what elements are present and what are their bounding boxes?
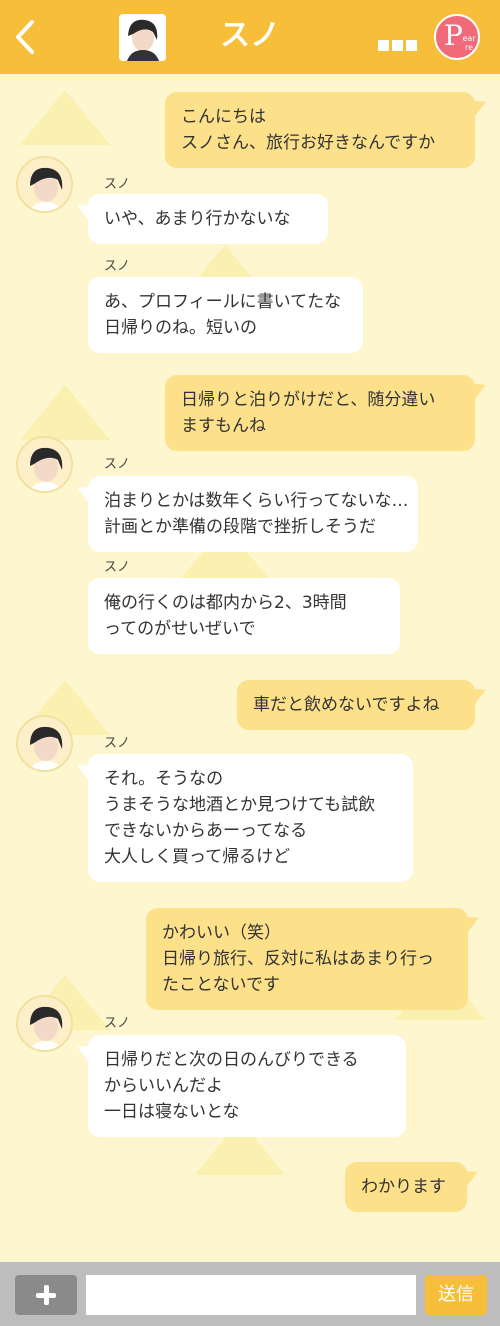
message-line: ってのがせいぜいで: [104, 619, 256, 639]
person-avatar-icon: [18, 438, 71, 491]
my-message-bubble: かわいい（笑） 日帰り旅行、反対に私はあまり行っ たことないです: [146, 908, 468, 1010]
more-options-button[interactable]: [378, 36, 428, 56]
header-avatar[interactable]: [119, 14, 166, 61]
contact-message-bubble: それ。そうなの うまそうな地酒とか見つけても試飲 できないからあーってなる 大人…: [88, 754, 413, 882]
message-line: 大人しく買って帰るけど: [104, 847, 291, 867]
logo-subtext: ear re: [462, 34, 476, 52]
message-line: できないからあーってなる: [104, 821, 308, 841]
message-line: 俺の行くのは都内から2、3時間: [104, 593, 347, 613]
add-attachment-button[interactable]: [15, 1275, 77, 1315]
send-button[interactable]: 送信: [425, 1275, 487, 1315]
message-line: からいいんだよ: [104, 1076, 223, 1096]
background-triangle: [20, 90, 110, 145]
background-triangle: [20, 385, 110, 440]
person-avatar-icon: [18, 997, 71, 1050]
message-line: 日帰りのね。短いの: [104, 318, 257, 338]
input-bar: 送信: [0, 1262, 500, 1326]
sender-name: スノ: [104, 457, 131, 472]
message-line: 泊まりとかは数年くらい行ってないな…: [104, 491, 409, 511]
contact-message-bubble: あ、プロフィールに書いてたな 日帰りのね。短いの: [88, 277, 363, 353]
sender-name: スノ: [104, 259, 131, 274]
message-line: 一日は寝ないとな: [104, 1102, 240, 1122]
chat-title: スノ: [220, 18, 280, 53]
message-line: わかります: [361, 1177, 446, 1197]
message-line: 日帰りと泊りがけだと、随分違い: [181, 390, 436, 410]
contact-message-bubble: いや、あまり行かないな: [88, 194, 328, 244]
dot-icon: [392, 40, 403, 51]
contact-avatar[interactable]: [16, 436, 73, 493]
message-line: あ、プロフィールに書いてたな: [104, 292, 342, 312]
message-line: スノさん、旅行お好きなんですか: [181, 133, 436, 153]
my-message-bubble: 車だと飲めないですよね: [237, 680, 475, 730]
message-line: 計画とか準備の段階で挫折しそうだ: [104, 517, 376, 537]
contact-avatar[interactable]: [16, 715, 73, 772]
message-line: いや、あまり行かないな: [104, 209, 291, 229]
dot-icon: [406, 40, 417, 51]
message-line: 日帰りだと次の日のんびりできる: [104, 1050, 359, 1070]
sender-name: スノ: [104, 736, 131, 751]
chat-header: スノ P ear re: [0, 0, 500, 74]
message-line: たことないです: [162, 975, 280, 995]
person-avatar-icon: [119, 14, 166, 61]
message-line: こんにちは: [181, 107, 266, 127]
contact-message-bubble: 日帰りだと次の日のんびりできる からいいんだよ 一日は寝ないとな: [88, 1035, 406, 1137]
person-avatar-icon: [18, 158, 71, 211]
person-avatar-icon: [18, 717, 71, 770]
my-message-bubble: こんにちは スノさん、旅行お好きなんですか: [165, 92, 475, 168]
my-message-bubble: わかります: [345, 1162, 467, 1212]
message-line: ますもんね: [181, 416, 266, 436]
sender-name: スノ: [104, 560, 131, 575]
contact-message-bubble: 俺の行くのは都内から2、3時間 ってのがせいぜいで: [88, 578, 400, 654]
my-message-bubble: 日帰りと泊りがけだと、随分違い ますもんね: [165, 375, 475, 451]
contact-avatar[interactable]: [16, 156, 73, 213]
sender-name: スノ: [104, 1016, 131, 1031]
message-line: うまそうな地酒とか見つけても試飲: [104, 795, 376, 815]
dot-icon: [378, 40, 389, 51]
sender-name: スノ: [104, 177, 131, 192]
message-line: それ。そうなの: [104, 769, 224, 789]
chevron-left-icon: [16, 20, 34, 54]
message-line: 車だと飲めないですよね: [253, 695, 440, 715]
message-line: 日帰り旅行、反対に私はあまり行っ: [162, 949, 434, 969]
contact-avatar[interactable]: [16, 995, 73, 1052]
back-button[interactable]: [6, 12, 46, 62]
contact-message-bubble: 泊まりとかは数年くらい行ってないな… 計画とか準備の段階で挫折しそうだ: [88, 476, 418, 552]
message-input[interactable]: [86, 1275, 416, 1315]
message-line: かわいい（笑）: [162, 923, 281, 943]
app-logo[interactable]: P ear re: [434, 14, 480, 60]
